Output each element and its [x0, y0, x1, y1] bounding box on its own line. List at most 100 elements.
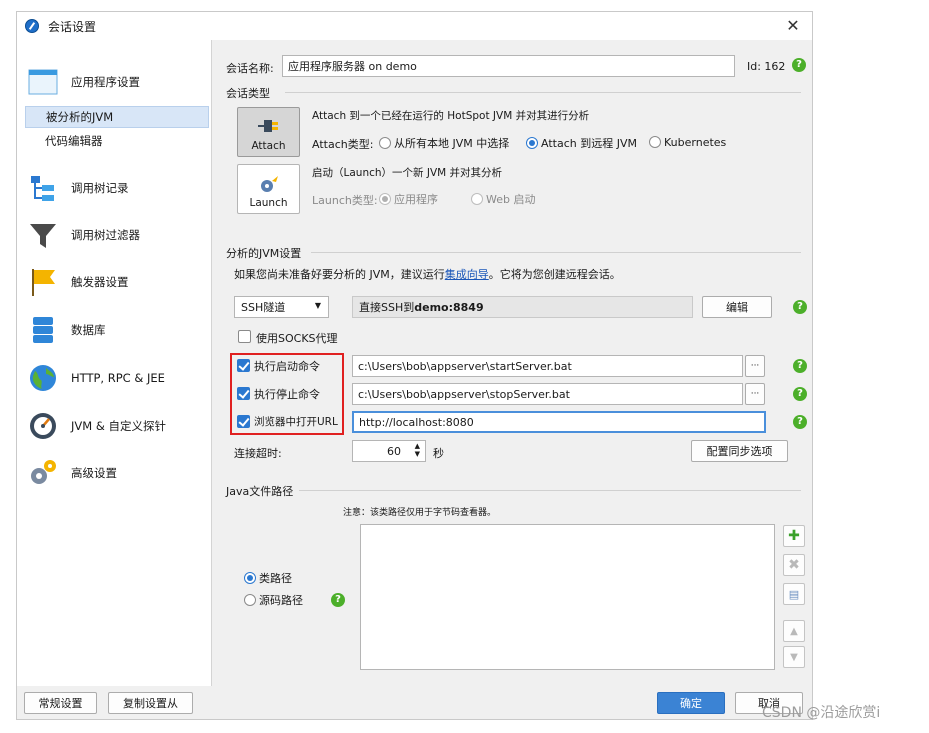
session-type-heading: 会话类型: [226, 87, 270, 100]
socks-proxy-checkbox[interactable]: [238, 330, 251, 343]
sidebar-item-code-editor[interactable]: 代码编辑器: [25, 130, 209, 152]
timeout-label: 连接超时:: [234, 447, 282, 460]
attach-option-remote[interactable]: Attach 到远程 JVM: [526, 135, 637, 151]
radio-label: 类路径: [259, 572, 292, 585]
attach-option-local[interactable]: 从所有本地 JVM 中选择: [379, 135, 509, 151]
attach-option-kubernetes[interactable]: Kubernetes: [649, 135, 726, 149]
help-icon[interactable]: ?: [792, 58, 806, 72]
tunnel-type-value: SSH隧道: [241, 301, 286, 314]
socks-proxy-label: 使用SOCKS代理: [256, 332, 338, 345]
stop-command-input[interactable]: c:\Users\bob\appserver\stopServer.bat: [352, 383, 743, 405]
divider: [299, 490, 801, 491]
browse-stop-button[interactable]: ···: [745, 383, 765, 405]
jvm-settings-heading: 分析的JVM设置: [226, 247, 302, 260]
edit-button[interactable]: 编辑: [702, 296, 772, 318]
radio-label: 源码路径: [259, 594, 303, 607]
browser-url-value: http://localhost:8080: [359, 415, 474, 429]
timeout-unit: 秒: [433, 447, 444, 460]
start-command-value: c:\Users\bob\appserver\startServer.bat: [358, 359, 572, 373]
hint-suffix: 。它将为您创建远程会话。: [488, 268, 621, 281]
help-icon[interactable]: ?: [793, 387, 807, 401]
radio-launch-app: [379, 193, 391, 205]
session-id: Id: 162: [747, 60, 786, 73]
sidebar-item-label: 数据库: [71, 323, 106, 337]
stop-command-checkbox[interactable]: [237, 387, 250, 400]
sidebar-item-label: 被分析的JVM: [46, 110, 114, 124]
radio-launch-web: [471, 193, 483, 205]
gear-launch-icon: [260, 176, 278, 192]
start-command-input[interactable]: c:\Users\bob\appserver\startServer.bat: [352, 355, 743, 377]
sidebar-item-trigger-settings[interactable]: 触发器设置: [27, 262, 129, 302]
help-icon[interactable]: ?: [793, 359, 807, 373]
sidebar-item-label: 代码编辑器: [45, 134, 103, 148]
sync-options-button[interactable]: 配置同步选项: [691, 440, 788, 462]
sourcepath-option[interactable]: 源码路径: [244, 592, 303, 608]
session-name-value: 应用程序服务器 on demo: [288, 60, 417, 73]
sidebar-item-call-tree-record[interactable]: 调用树记录: [27, 168, 129, 208]
globe-icon: [27, 362, 59, 394]
sidebar-item-call-tree-filter[interactable]: 调用树过滤器: [27, 215, 140, 255]
title-bar: 会话设置 ✕: [17, 12, 812, 40]
sidebar-item-label: 触发器设置: [71, 275, 129, 289]
open-browser-checkbox[interactable]: [237, 415, 250, 428]
radio-attach-local[interactable]: [379, 137, 391, 149]
hint-prefix: 如果您尚未准备好要分析的 JVM，建议运行: [234, 268, 445, 281]
sidebar-item-profiled-jvm[interactable]: 被分析的JVM: [25, 106, 209, 128]
help-icon[interactable]: ?: [793, 300, 807, 314]
radio-attach-kubernetes[interactable]: [649, 136, 661, 148]
session-name-label: 会话名称:: [226, 62, 274, 75]
move-down-icon: ▼: [783, 646, 805, 668]
sidebar-item-jvm-probes[interactable]: JVM & 自定义探针: [27, 406, 166, 446]
launch-type-label: Launch类型:: [312, 194, 378, 207]
tunnel-prefix: 直接SSH到: [359, 301, 415, 314]
watermark: CSDN @沿途欣赏i: [762, 705, 881, 721]
open-browser-label: 浏览器中打开URL: [254, 416, 338, 428]
attach-button-label: Attach: [251, 140, 286, 152]
radio-label: Attach 到远程 JVM: [541, 137, 637, 150]
browse-start-button[interactable]: ···: [745, 355, 765, 377]
close-button[interactable]: ✕: [782, 15, 804, 37]
window-settings-icon: [27, 66, 59, 98]
attach-button[interactable]: Attach: [237, 107, 300, 157]
sidebar-item-label: HTTP, RPC & JEE: [71, 371, 165, 385]
attach-description: Attach 到一个已经在运行的 HotSpot JVM 并对其进行分析: [312, 110, 590, 122]
app-icon: [25, 19, 39, 33]
timeout-spinner[interactable]: 60 ▲ ▼: [352, 440, 426, 462]
spinner-arrows-icon[interactable]: ▲ ▼: [415, 442, 420, 458]
sidebar-item-database[interactable]: 数据库: [27, 310, 106, 350]
classpath-option[interactable]: 类路径: [244, 570, 292, 586]
divider: [311, 252, 801, 253]
radio-classpath[interactable]: [244, 572, 256, 584]
remove-icon: ✖: [783, 554, 805, 576]
stop-command-value: c:\Users\bob\appserver\stopServer.bat: [358, 387, 570, 401]
general-settings-button[interactable]: 常规设置: [24, 692, 97, 714]
copy-settings-button[interactable]: 复制设置从: [108, 692, 193, 714]
radio-label: Kubernetes: [664, 135, 727, 149]
browser-url-input[interactable]: http://localhost:8080: [352, 411, 766, 433]
divider: [285, 92, 801, 93]
help-icon[interactable]: ?: [331, 593, 345, 607]
launch-button[interactable]: Launch: [237, 164, 300, 214]
sidebar-item-app-settings[interactable]: 应用程序设置: [27, 62, 140, 102]
sidebar-item-http[interactable]: HTTP, RPC & JEE: [27, 358, 165, 398]
chevron-down-icon: ▼: [314, 301, 321, 310]
tunnel-type-select[interactable]: SSH隧道 ▼: [234, 296, 329, 318]
ok-button[interactable]: 确定: [657, 692, 725, 714]
launch-button-label: Launch: [249, 197, 288, 209]
integration-wizard-link[interactable]: 集成向导: [445, 268, 489, 281]
launch-description: 启动（Launch）一个新 JVM 并对其分析: [312, 167, 503, 179]
footer: 常规设置 复制设置从 确定 取消: [17, 686, 812, 719]
edit-entry-icon[interactable]: ▤: [783, 583, 805, 605]
path-list[interactable]: [360, 524, 775, 670]
radio-attach-remote[interactable]: [526, 137, 538, 149]
add-icon[interactable]: ✚: [783, 525, 805, 547]
help-icon[interactable]: ?: [793, 415, 807, 429]
launch-option-web: Web 启动: [471, 191, 535, 207]
session-name-input[interactable]: 应用程序服务器 on demo: [282, 55, 735, 77]
radio-sourcepath[interactable]: [244, 594, 256, 606]
sidebar-item-label: 高级设置: [71, 466, 117, 480]
sidebar-item-advanced[interactable]: 高级设置: [27, 453, 117, 493]
start-command-checkbox[interactable]: [237, 359, 250, 372]
timeout-value: 60: [387, 444, 401, 458]
classpath-note: 注意：该类路径仅用于字节码查看器。: [343, 508, 497, 518]
